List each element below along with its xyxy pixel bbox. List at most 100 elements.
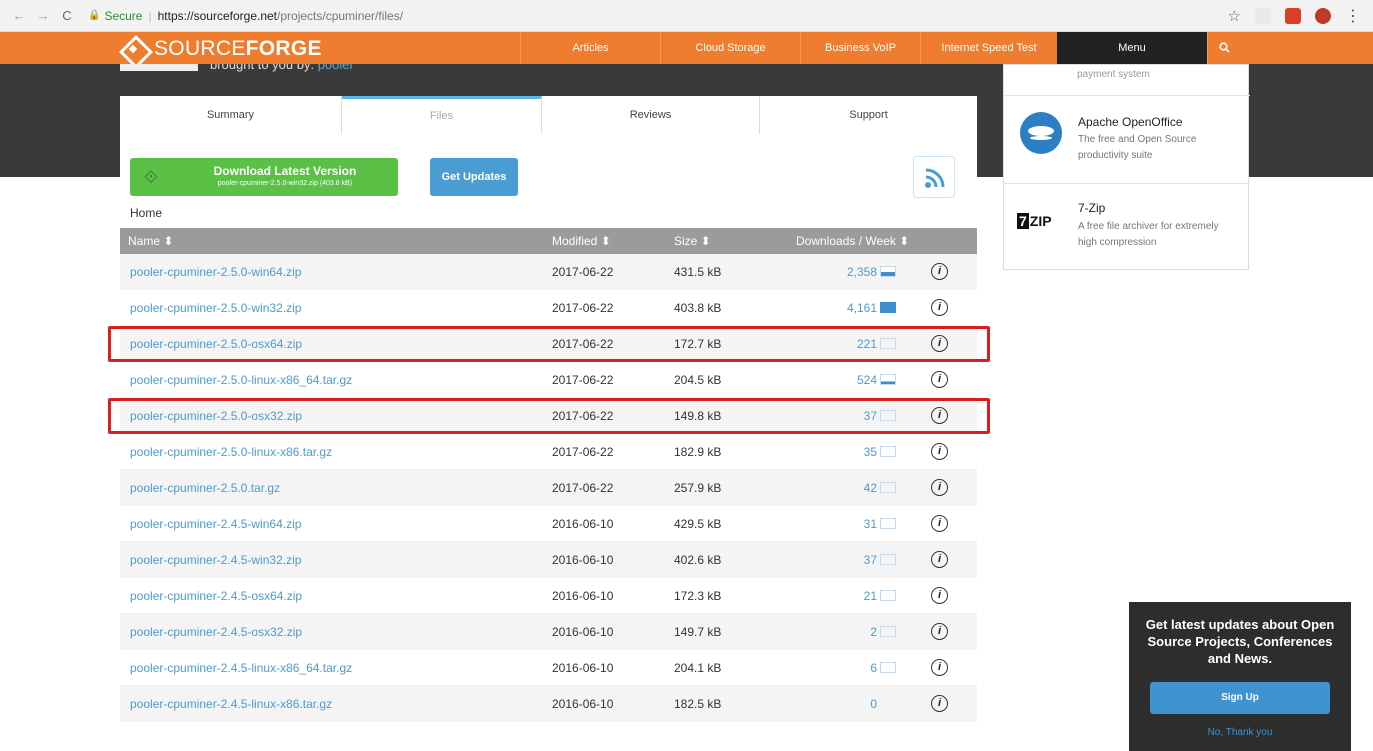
weekly-sparkline-icon[interactable] bbox=[880, 302, 896, 313]
extension-icon[interactable] bbox=[1285, 8, 1301, 24]
tab-support[interactable]: Support bbox=[760, 96, 977, 134]
column-size[interactable]: Size ⬍ bbox=[674, 234, 711, 248]
browser-actions: ☆ ⋮ bbox=[1228, 6, 1361, 26]
file-downloads[interactable]: 2,358 bbox=[760, 265, 877, 279]
7zip-description: A free file archiver for extremely high … bbox=[1078, 221, 1219, 248]
file-modified: 2017-06-22 bbox=[552, 301, 614, 315]
secure-label: Secure bbox=[104, 8, 143, 23]
file-downloads[interactable]: 4,161 bbox=[760, 301, 877, 315]
download-icon: ⟐ bbox=[143, 167, 159, 187]
weekly-sparkline-icon[interactable] bbox=[880, 518, 896, 529]
info-icon[interactable]: i bbox=[931, 443, 948, 460]
nav-articles[interactable]: Articles bbox=[520, 32, 660, 64]
weekly-sparkline-icon[interactable] bbox=[880, 446, 896, 457]
breadcrumb[interactable]: Home bbox=[130, 206, 162, 220]
weekly-sparkline-icon[interactable] bbox=[880, 662, 896, 673]
file-name-link[interactable]: pooler-cpuminer-2.4.5-win64.zip bbox=[130, 517, 301, 531]
file-name-link[interactable]: pooler-cpuminer-2.5.0.tar.gz bbox=[130, 481, 280, 495]
weekly-sparkline-icon[interactable] bbox=[880, 482, 896, 493]
tab-reviews[interactable]: Reviews bbox=[542, 96, 760, 134]
column-modified[interactable]: Modified ⬍ bbox=[552, 234, 611, 248]
info-icon[interactable]: i bbox=[931, 515, 948, 532]
back-icon[interactable]: ← bbox=[12, 8, 26, 23]
menu-item-fragment[interactable]: payment system bbox=[1077, 69, 1150, 80]
info-icon[interactable]: i bbox=[931, 659, 948, 676]
info-icon[interactable]: i bbox=[931, 479, 948, 496]
weekly-sparkline-icon[interactable] bbox=[880, 374, 896, 385]
file-name-link[interactable]: pooler-cpuminer-2.5.0-linux-x86.tar.gz bbox=[130, 445, 332, 459]
nav-internet-speed-test[interactable]: Internet Speed Test bbox=[920, 32, 1057, 64]
no-thank-you-link[interactable]: No, Thank you bbox=[1139, 727, 1341, 738]
brought-by-label: brought to you by: bbox=[210, 64, 315, 72]
file-downloads[interactable]: 42 bbox=[760, 481, 877, 495]
browser-nav: ← → C bbox=[0, 8, 74, 23]
file-name-link[interactable]: pooler-cpuminer-2.5.0-linux-x86_64.tar.g… bbox=[130, 373, 352, 387]
info-icon[interactable]: i bbox=[931, 263, 948, 280]
browser-toolbar: ← → C 🔒 Secure | https://sourceforge.net… bbox=[0, 0, 1373, 32]
file-name-link[interactable]: pooler-cpuminer-2.4.5-osx32.zip bbox=[130, 625, 302, 639]
bookmark-star-icon[interactable]: ☆ bbox=[1228, 7, 1241, 25]
browser-menu-icon[interactable]: ⋮ bbox=[1345, 6, 1361, 26]
weekly-sparkline-icon[interactable] bbox=[880, 554, 896, 565]
info-icon[interactable]: i bbox=[931, 551, 948, 568]
logo-text-bold: FORGE bbox=[245, 37, 322, 60]
table-row: pooler-cpuminer-2.5.0-osx32.zip 2017-06-2… bbox=[108, 398, 990, 434]
address-bar[interactable]: 🔒 Secure | https://sourceforge.net/proje… bbox=[88, 5, 403, 27]
file-size: 403.8 kB bbox=[674, 301, 722, 315]
file-name-link[interactable]: pooler-cpuminer-2.4.5-osx64.zip bbox=[130, 589, 302, 603]
file-name-link[interactable]: pooler-cpuminer-2.5.0-win32.zip bbox=[130, 301, 301, 315]
weekly-sparkline-icon[interactable] bbox=[880, 590, 896, 601]
weekly-sparkline-icon[interactable] bbox=[880, 626, 896, 637]
reload-icon[interactable]: C bbox=[60, 8, 74, 23]
sign-up-button[interactable]: Sign Up bbox=[1150, 682, 1330, 714]
tab-files[interactable]: Files bbox=[342, 96, 542, 134]
file-downloads[interactable]: 37 bbox=[760, 553, 877, 567]
column-name[interactable]: Name ⬍ bbox=[128, 234, 173, 248]
file-size: 204.5 kB bbox=[674, 373, 722, 387]
table-row: pooler-cpuminer-2.5.0-win64.zip 2017-06-2… bbox=[120, 254, 977, 290]
get-updates-button[interactable]: Get Updates bbox=[430, 158, 518, 196]
nav-business-voip[interactable]: Business VoIP bbox=[800, 32, 920, 64]
7zip-title[interactable]: 7-Zip bbox=[1078, 201, 1105, 215]
info-icon[interactable]: i bbox=[931, 299, 948, 316]
download-latest-button[interactable]: ⟐ Download Latest Version pooler-cpumine… bbox=[130, 158, 398, 196]
files-panel: Summary Files Reviews Support ⟐ Download… bbox=[108, 96, 990, 751]
file-downloads[interactable]: 0 bbox=[760, 697, 877, 711]
nav-cloud-storage[interactable]: Cloud Storage bbox=[660, 32, 800, 64]
brought-by-user[interactable]: pooler bbox=[318, 64, 354, 72]
weekly-sparkline-icon[interactable] bbox=[880, 266, 896, 277]
file-size: 204.1 kB bbox=[674, 661, 722, 675]
search-icon[interactable] bbox=[1207, 32, 1241, 64]
7zip-icon[interactable]: 7 ZIP bbox=[1017, 213, 1057, 233]
table-row: pooler-cpuminer-2.4.5-linux-x86.tar.gz 20… bbox=[120, 686, 977, 722]
highlight-box bbox=[108, 398, 990, 434]
menu-button[interactable]: Menu bbox=[1057, 32, 1207, 64]
divider bbox=[1004, 95, 1250, 96]
info-icon[interactable]: i bbox=[931, 371, 948, 388]
file-name-link[interactable]: pooler-cpuminer-2.4.5-linux-x86.tar.gz bbox=[130, 697, 332, 711]
sourceforge-logo[interactable]: SOURCE FORGE bbox=[120, 36, 322, 62]
info-icon[interactable]: i bbox=[931, 695, 948, 712]
file-downloads[interactable]: 2 bbox=[760, 625, 877, 639]
info-icon[interactable]: i bbox=[931, 587, 948, 604]
forward-icon[interactable]: → bbox=[36, 8, 50, 23]
file-downloads[interactable]: 35 bbox=[760, 445, 877, 459]
rss-button[interactable] bbox=[913, 156, 955, 198]
file-name-link[interactable]: pooler-cpuminer-2.5.0-win64.zip bbox=[130, 265, 301, 279]
file-downloads[interactable]: 21 bbox=[760, 589, 877, 603]
file-name-link[interactable]: pooler-cpuminer-2.4.5-linux-x86_64.tar.g… bbox=[130, 661, 352, 675]
file-downloads[interactable]: 6 bbox=[760, 661, 877, 675]
column-downloads[interactable]: Downloads / Week ⬍ bbox=[796, 234, 909, 248]
file-size: 257.9 kB bbox=[674, 481, 722, 495]
extension-icon[interactable] bbox=[1255, 8, 1271, 24]
tab-summary[interactable]: Summary bbox=[120, 96, 342, 134]
openoffice-icon[interactable] bbox=[1020, 112, 1062, 154]
file-downloads[interactable]: 524 bbox=[760, 373, 877, 387]
extension-icon[interactable] bbox=[1315, 8, 1331, 24]
openoffice-title[interactable]: Apache OpenOffice bbox=[1078, 115, 1183, 129]
lock-icon: 🔒 bbox=[88, 10, 101, 21]
file-downloads[interactable]: 31 bbox=[760, 517, 877, 531]
info-icon[interactable]: i bbox=[931, 623, 948, 640]
file-name-link[interactable]: pooler-cpuminer-2.4.5-win32.zip bbox=[130, 553, 301, 567]
file-modified: 2016-06-10 bbox=[552, 553, 614, 567]
